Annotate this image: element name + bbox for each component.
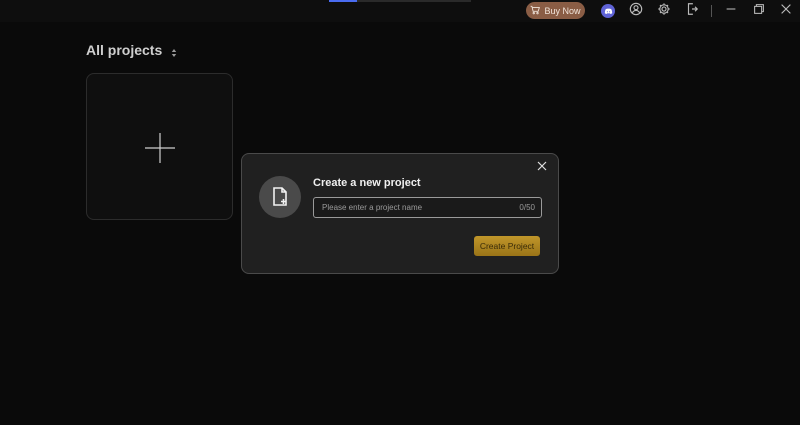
account-button[interactable]	[627, 2, 645, 20]
page-title-text: All projects	[86, 42, 163, 58]
dialog-close-button[interactable]	[535, 159, 549, 173]
dialog-icon-badge	[259, 176, 301, 218]
close-icon	[537, 161, 547, 171]
dialog-title: Create a new project	[313, 177, 421, 189]
page-title: All projects	[86, 42, 178, 58]
new-project-card[interactable]	[86, 73, 233, 220]
new-file-icon	[273, 187, 287, 206]
settings-button[interactable]	[655, 2, 673, 20]
logout-icon	[685, 2, 699, 21]
char-counter: 0/50	[519, 203, 535, 212]
loading-progress-bar	[329, 0, 471, 2]
project-name-field[interactable]: 0/50	[313, 197, 542, 218]
minimize-icon	[724, 2, 738, 21]
project-name-input[interactable]	[320, 200, 510, 215]
loading-progress-fill	[329, 0, 358, 2]
title-bar: Buy Now	[0, 0, 800, 22]
cart-icon	[530, 5, 541, 17]
restore-icon	[752, 2, 766, 21]
close-icon	[779, 2, 793, 21]
close-window-button[interactable]	[777, 2, 795, 20]
minimize-button[interactable]	[722, 2, 740, 20]
user-icon	[629, 2, 643, 21]
titlebar-divider	[711, 5, 712, 17]
plus-icon	[145, 133, 175, 163]
sort-toggle-icon[interactable]	[170, 45, 178, 57]
restore-button[interactable]	[750, 2, 768, 20]
buy-now-label: Buy Now	[544, 5, 581, 16]
discord-button[interactable]	[599, 2, 617, 20]
discord-icon	[601, 4, 615, 18]
logout-button[interactable]	[683, 2, 701, 20]
create-project-dialog: Create a new project 0/50 Create Project	[241, 153, 559, 274]
create-project-button[interactable]: Create Project	[474, 236, 540, 256]
gear-icon	[657, 2, 671, 21]
buy-now-button[interactable]: Buy Now	[526, 2, 585, 19]
